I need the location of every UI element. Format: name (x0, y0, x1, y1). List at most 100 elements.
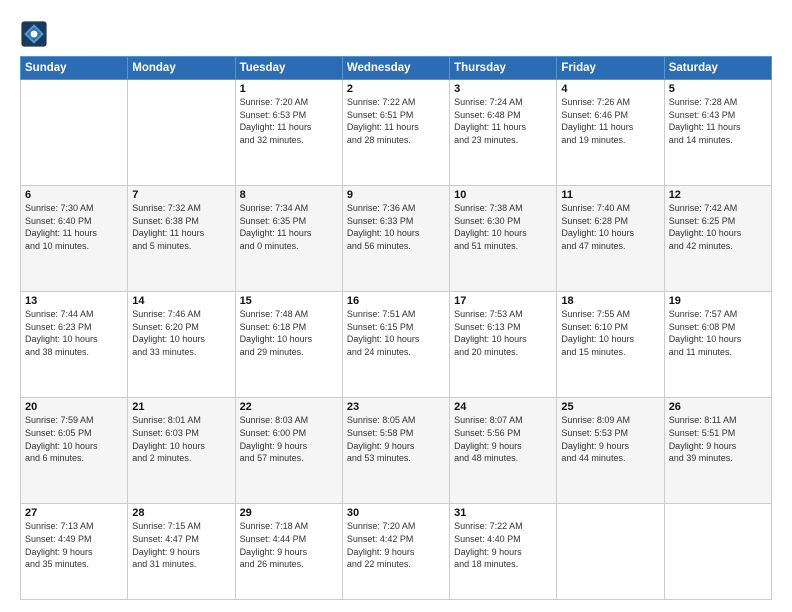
calendar-cell: 31Sunrise: 7:22 AM Sunset: 4:40 PM Dayli… (450, 504, 557, 600)
day-number: 20 (25, 401, 123, 413)
day-number: 29 (240, 507, 338, 519)
calendar-cell (557, 504, 664, 600)
page: SundayMondayTuesdayWednesdayThursdayFrid… (0, 0, 792, 612)
day-number: 17 (454, 295, 552, 307)
day-number: 26 (669, 401, 767, 413)
day-number: 7 (132, 189, 230, 201)
day-info: Sunrise: 8:01 AM Sunset: 6:03 PM Dayligh… (132, 414, 230, 464)
day-number: 6 (25, 189, 123, 201)
day-info: Sunrise: 8:03 AM Sunset: 6:00 PM Dayligh… (240, 414, 338, 464)
day-number: 4 (561, 83, 659, 95)
day-info: Sunrise: 7:40 AM Sunset: 6:28 PM Dayligh… (561, 202, 659, 252)
day-number: 18 (561, 295, 659, 307)
day-info: Sunrise: 7:34 AM Sunset: 6:35 PM Dayligh… (240, 202, 338, 252)
day-number: 24 (454, 401, 552, 413)
calendar-cell: 7Sunrise: 7:32 AM Sunset: 6:38 PM Daylig… (128, 186, 235, 292)
calendar-cell (21, 80, 128, 186)
calendar-day-header: Saturday (664, 57, 771, 80)
day-number: 23 (347, 401, 445, 413)
calendar-cell: 27Sunrise: 7:13 AM Sunset: 4:49 PM Dayli… (21, 504, 128, 600)
day-number: 21 (132, 401, 230, 413)
calendar-cell: 20Sunrise: 7:59 AM Sunset: 6:05 PM Dayli… (21, 398, 128, 504)
day-number: 9 (347, 189, 445, 201)
day-info: Sunrise: 7:51 AM Sunset: 6:15 PM Dayligh… (347, 308, 445, 358)
calendar-cell: 17Sunrise: 7:53 AM Sunset: 6:13 PM Dayli… (450, 292, 557, 398)
day-info: Sunrise: 8:05 AM Sunset: 5:58 PM Dayligh… (347, 414, 445, 464)
day-number: 28 (132, 507, 230, 519)
calendar-cell: 4Sunrise: 7:26 AM Sunset: 6:46 PM Daylig… (557, 80, 664, 186)
calendar-cell: 15Sunrise: 7:48 AM Sunset: 6:18 PM Dayli… (235, 292, 342, 398)
day-number: 15 (240, 295, 338, 307)
day-number: 19 (669, 295, 767, 307)
calendar-day-header: Monday (128, 57, 235, 80)
day-info: Sunrise: 7:22 AM Sunset: 6:51 PM Dayligh… (347, 96, 445, 146)
day-info: Sunrise: 7:20 AM Sunset: 6:53 PM Dayligh… (240, 96, 338, 146)
calendar-cell: 6Sunrise: 7:30 AM Sunset: 6:40 PM Daylig… (21, 186, 128, 292)
calendar-cell: 24Sunrise: 8:07 AM Sunset: 5:56 PM Dayli… (450, 398, 557, 504)
calendar-cell: 23Sunrise: 8:05 AM Sunset: 5:58 PM Dayli… (342, 398, 449, 504)
calendar-cell: 1Sunrise: 7:20 AM Sunset: 6:53 PM Daylig… (235, 80, 342, 186)
day-number: 30 (347, 507, 445, 519)
day-info: Sunrise: 7:46 AM Sunset: 6:20 PM Dayligh… (132, 308, 230, 358)
calendar-cell: 3Sunrise: 7:24 AM Sunset: 6:48 PM Daylig… (450, 80, 557, 186)
calendar-cell: 5Sunrise: 7:28 AM Sunset: 6:43 PM Daylig… (664, 80, 771, 186)
calendar-day-header: Wednesday (342, 57, 449, 80)
calendar-cell: 21Sunrise: 8:01 AM Sunset: 6:03 PM Dayli… (128, 398, 235, 504)
day-number: 5 (669, 83, 767, 95)
day-info: Sunrise: 7:18 AM Sunset: 4:44 PM Dayligh… (240, 520, 338, 570)
calendar-cell: 25Sunrise: 8:09 AM Sunset: 5:53 PM Dayli… (557, 398, 664, 504)
day-number: 10 (454, 189, 552, 201)
calendar-header-row: SundayMondayTuesdayWednesdayThursdayFrid… (21, 57, 772, 80)
calendar-cell: 12Sunrise: 7:42 AM Sunset: 6:25 PM Dayli… (664, 186, 771, 292)
day-info: Sunrise: 7:53 AM Sunset: 6:13 PM Dayligh… (454, 308, 552, 358)
day-info: Sunrise: 7:28 AM Sunset: 6:43 PM Dayligh… (669, 96, 767, 146)
day-number: 12 (669, 189, 767, 201)
calendar-cell: 9Sunrise: 7:36 AM Sunset: 6:33 PM Daylig… (342, 186, 449, 292)
calendar-day-header: Friday (557, 57, 664, 80)
header (20, 16, 772, 48)
day-info: Sunrise: 7:26 AM Sunset: 6:46 PM Dayligh… (561, 96, 659, 146)
day-info: Sunrise: 8:09 AM Sunset: 5:53 PM Dayligh… (561, 414, 659, 464)
day-number: 25 (561, 401, 659, 413)
calendar-cell: 19Sunrise: 7:57 AM Sunset: 6:08 PM Dayli… (664, 292, 771, 398)
day-number: 1 (240, 83, 338, 95)
day-info: Sunrise: 7:38 AM Sunset: 6:30 PM Dayligh… (454, 202, 552, 252)
calendar-cell: 2Sunrise: 7:22 AM Sunset: 6:51 PM Daylig… (342, 80, 449, 186)
day-info: Sunrise: 7:24 AM Sunset: 6:48 PM Dayligh… (454, 96, 552, 146)
day-number: 31 (454, 507, 552, 519)
day-number: 2 (347, 83, 445, 95)
day-info: Sunrise: 7:20 AM Sunset: 4:42 PM Dayligh… (347, 520, 445, 570)
day-info: Sunrise: 8:07 AM Sunset: 5:56 PM Dayligh… (454, 414, 552, 464)
day-info: Sunrise: 7:59 AM Sunset: 6:05 PM Dayligh… (25, 414, 123, 464)
calendar-day-header: Sunday (21, 57, 128, 80)
calendar-cell: 26Sunrise: 8:11 AM Sunset: 5:51 PM Dayli… (664, 398, 771, 504)
day-number: 16 (347, 295, 445, 307)
calendar-cell: 18Sunrise: 7:55 AM Sunset: 6:10 PM Dayli… (557, 292, 664, 398)
calendar-cell: 10Sunrise: 7:38 AM Sunset: 6:30 PM Dayli… (450, 186, 557, 292)
calendar-cell: 28Sunrise: 7:15 AM Sunset: 4:47 PM Dayli… (128, 504, 235, 600)
day-info: Sunrise: 7:42 AM Sunset: 6:25 PM Dayligh… (669, 202, 767, 252)
calendar-cell: 14Sunrise: 7:46 AM Sunset: 6:20 PM Dayli… (128, 292, 235, 398)
day-info: Sunrise: 7:13 AM Sunset: 4:49 PM Dayligh… (25, 520, 123, 570)
logo-icon (20, 20, 48, 48)
day-number: 22 (240, 401, 338, 413)
logo (20, 20, 52, 48)
day-number: 27 (25, 507, 123, 519)
calendar-cell: 8Sunrise: 7:34 AM Sunset: 6:35 PM Daylig… (235, 186, 342, 292)
calendar-cell: 30Sunrise: 7:20 AM Sunset: 4:42 PM Dayli… (342, 504, 449, 600)
calendar-cell (664, 504, 771, 600)
day-info: Sunrise: 7:36 AM Sunset: 6:33 PM Dayligh… (347, 202, 445, 252)
day-number: 13 (25, 295, 123, 307)
calendar-day-header: Tuesday (235, 57, 342, 80)
calendar-cell (128, 80, 235, 186)
calendar-day-header: Thursday (450, 57, 557, 80)
day-info: Sunrise: 8:11 AM Sunset: 5:51 PM Dayligh… (669, 414, 767, 464)
calendar-cell: 22Sunrise: 8:03 AM Sunset: 6:00 PM Dayli… (235, 398, 342, 504)
day-info: Sunrise: 7:32 AM Sunset: 6:38 PM Dayligh… (132, 202, 230, 252)
day-number: 3 (454, 83, 552, 95)
calendar-cell: 13Sunrise: 7:44 AM Sunset: 6:23 PM Dayli… (21, 292, 128, 398)
calendar-cell: 29Sunrise: 7:18 AM Sunset: 4:44 PM Dayli… (235, 504, 342, 600)
day-info: Sunrise: 7:57 AM Sunset: 6:08 PM Dayligh… (669, 308, 767, 358)
day-number: 11 (561, 189, 659, 201)
day-number: 14 (132, 295, 230, 307)
